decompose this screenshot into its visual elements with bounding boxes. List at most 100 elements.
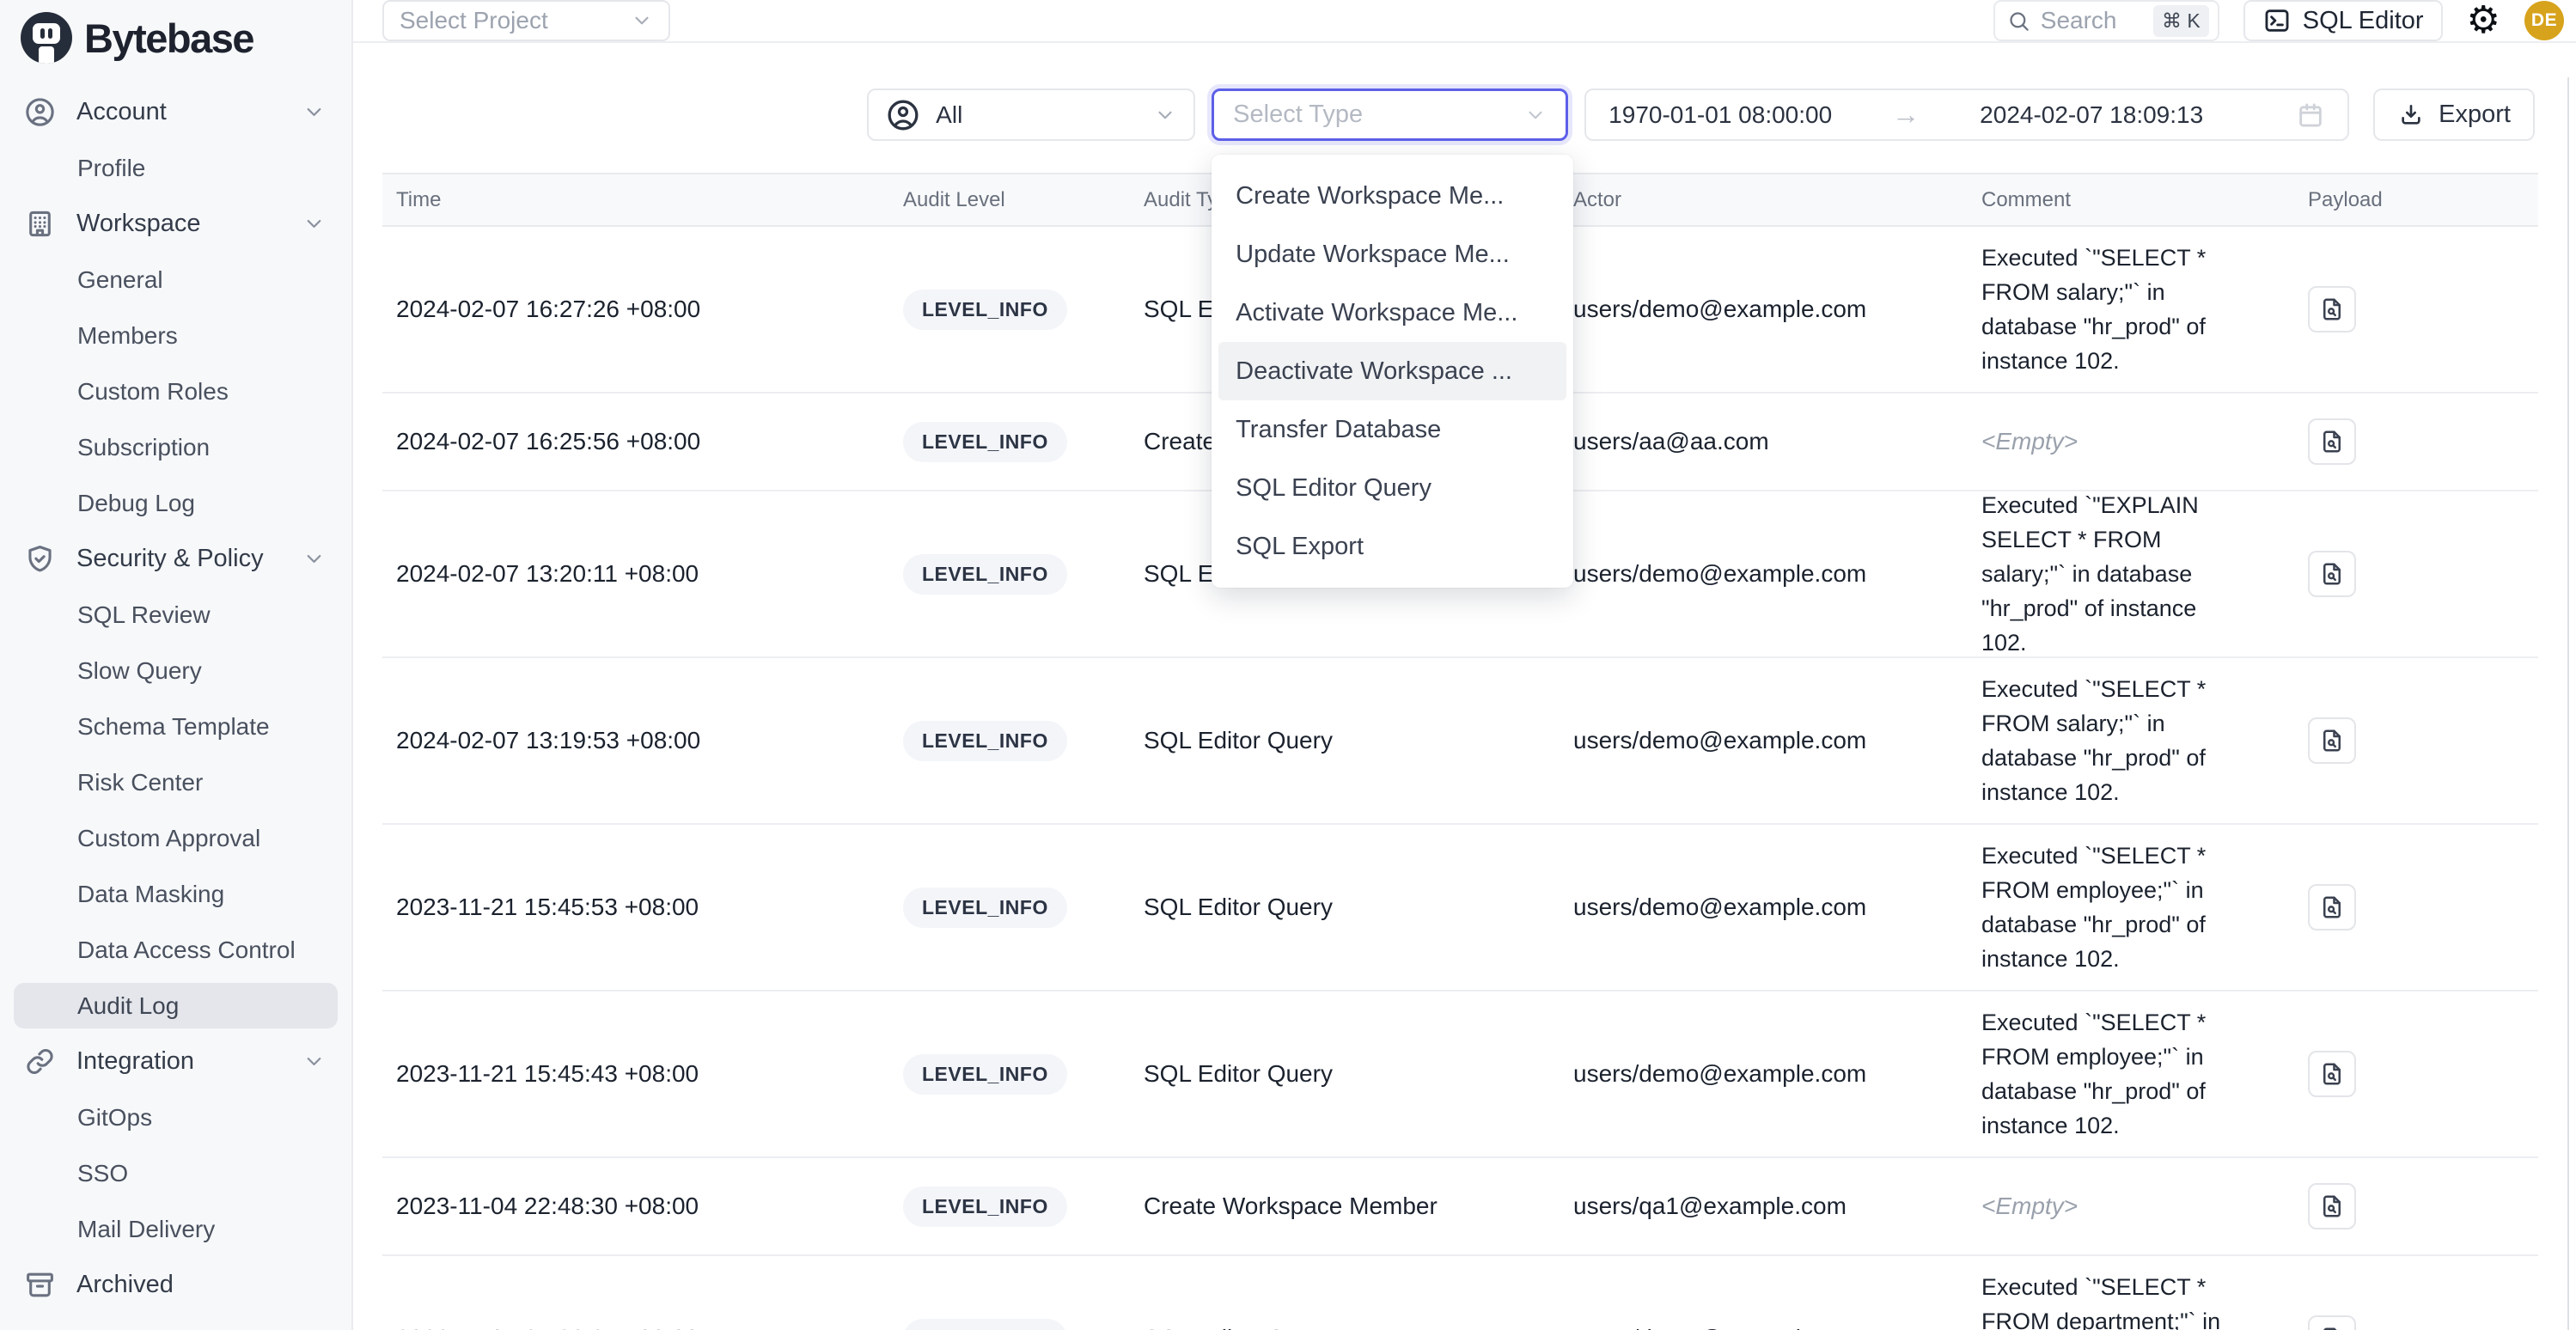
level-badge: LEVEL_INFO bbox=[903, 888, 1067, 928]
search-input[interactable]: Search ⌘ K bbox=[1993, 0, 2219, 41]
chevron-down-icon bbox=[302, 547, 326, 570]
view-payload-button[interactable] bbox=[2308, 717, 2356, 764]
search-shortcut-badge: ⌘ K bbox=[2153, 5, 2209, 37]
sidebar-nav: Account Profile Workspace General Member… bbox=[0, 72, 351, 1313]
cell-payload bbox=[2294, 884, 2538, 930]
view-payload-button[interactable] bbox=[2308, 1183, 2356, 1229]
cell-payload bbox=[2294, 1051, 2538, 1097]
cell-audit-level: LEVEL_INFO bbox=[889, 1319, 1130, 1330]
cell-comment: <Empty> bbox=[1968, 428, 2294, 455]
search-icon bbox=[2007, 9, 2030, 33]
sidebar-section-security-policy[interactable]: Security & Policy bbox=[0, 531, 351, 587]
sidebar-item-profile[interactable]: Profile bbox=[0, 140, 351, 196]
sidebar-item-slow-query[interactable]: Slow Query bbox=[0, 643, 351, 699]
cell-actor: users/demo@example.com bbox=[1560, 894, 1968, 921]
cell-audit-type: SQL Editor Query bbox=[1130, 727, 1560, 754]
chevron-down-icon bbox=[302, 1050, 326, 1073]
sidebar-item-gitops[interactable]: GitOps bbox=[0, 1089, 351, 1145]
view-payload-button[interactable] bbox=[2308, 286, 2356, 332]
sidebar-item-debug-log[interactable]: Debug Log bbox=[0, 475, 351, 531]
sidebar-item-custom-approval[interactable]: Custom Approval bbox=[0, 810, 351, 866]
shield-check-icon bbox=[24, 543, 56, 575]
export-button[interactable]: Export bbox=[2373, 88, 2535, 141]
dropdown-option-sql-editor-query[interactable]: SQL Editor Query bbox=[1218, 459, 1566, 517]
app-window: Bytebase Account Profile Workspace Gener… bbox=[0, 0, 2576, 1330]
sidebar-item-sso[interactable]: SSO bbox=[0, 1145, 351, 1201]
sidebar-section-label: Workspace bbox=[76, 210, 201, 238]
cell-actor: users/demo@example.com bbox=[1560, 1325, 1968, 1330]
dropdown-option-update-workspace-member[interactable]: Update Workspace Me... bbox=[1218, 225, 1566, 284]
project-select[interactable]: Select Project bbox=[382, 0, 670, 41]
level-badge: LEVEL_INFO bbox=[903, 290, 1067, 330]
sidebar-item-schema-template[interactable]: Schema Template bbox=[0, 699, 351, 754]
view-payload-button[interactable] bbox=[2308, 1051, 2356, 1097]
view-payload-button[interactable] bbox=[2308, 884, 2356, 930]
sidebar-item-subscription[interactable]: Subscription bbox=[0, 419, 351, 475]
level-badge: LEVEL_INFO bbox=[903, 1187, 1067, 1227]
download-icon bbox=[2397, 101, 2425, 129]
dropdown-option-deactivate-workspace-member[interactable]: Deactivate Workspace ... bbox=[1218, 342, 1566, 400]
level-badge: LEVEL_INFO bbox=[903, 422, 1067, 462]
cell-audit-level: LEVEL_INFO bbox=[889, 290, 1130, 330]
type-filter-placeholder: Select Type bbox=[1233, 101, 1363, 129]
sidebar-item-data-access-control[interactable]: Data Access Control bbox=[0, 922, 351, 978]
sidebar-section-label: Integration bbox=[76, 1047, 194, 1076]
cell-comment: Executed `"EXPLAIN SELECT * FROM salary;… bbox=[1968, 488, 2294, 660]
sidebar-section-account[interactable]: Account bbox=[0, 84, 351, 140]
sidebar-item-general[interactable]: General bbox=[0, 252, 351, 308]
bytebase-robot-icon bbox=[21, 12, 72, 64]
level-badge: LEVEL_INFO bbox=[903, 1319, 1067, 1330]
table-row: 2023-11-04 21:26:24 +08:00 LEVEL_INFO SQ… bbox=[382, 1256, 2538, 1330]
cell-actor: users/demo@example.com bbox=[1560, 560, 1968, 588]
cell-audit-level: LEVEL_INFO bbox=[889, 554, 1130, 595]
file-search-icon bbox=[2319, 728, 2345, 753]
cell-payload bbox=[2294, 286, 2538, 332]
sidebar-item-members[interactable]: Members bbox=[0, 308, 351, 363]
gear-icon[interactable]: ⚙ bbox=[2467, 2, 2500, 40]
dropdown-option-transfer-database[interactable]: Transfer Database bbox=[1218, 400, 1566, 459]
user-circle-icon bbox=[886, 98, 920, 132]
level-badge: LEVEL_INFO bbox=[903, 554, 1067, 595]
sidebar-item-mail-delivery[interactable]: Mail Delivery bbox=[0, 1201, 351, 1257]
building-icon bbox=[24, 208, 56, 240]
column-header-time: Time bbox=[382, 188, 889, 212]
actor-filter-select[interactable]: All bbox=[867, 88, 1195, 141]
sidebar-item-risk-center[interactable]: Risk Center bbox=[0, 754, 351, 810]
sidebar-item-data-masking[interactable]: Data Masking bbox=[0, 866, 351, 922]
view-payload-button[interactable] bbox=[2308, 1315, 2356, 1330]
dropdown-option-activate-workspace-member[interactable]: Activate Workspace Me... bbox=[1218, 284, 1566, 342]
sidebar-item-audit-log[interactable]: Audit Log bbox=[14, 983, 338, 1028]
cell-audit-type: SQL Editor Query bbox=[1130, 894, 1560, 921]
sidebar-section-workspace[interactable]: Workspace bbox=[0, 196, 351, 252]
project-select-placeholder: Select Project bbox=[400, 7, 548, 34]
view-payload-button[interactable] bbox=[2308, 418, 2356, 465]
export-label: Export bbox=[2439, 101, 2511, 129]
brand-logo[interactable]: Bytebase bbox=[0, 0, 351, 72]
cell-actor: users/aa@aa.com bbox=[1560, 428, 1968, 455]
sql-editor-button[interactable]: SQL Editor bbox=[2243, 0, 2443, 41]
sidebar-item-custom-roles[interactable]: Custom Roles bbox=[0, 363, 351, 419]
cell-payload bbox=[2294, 551, 2538, 597]
sidebar-section-archived[interactable]: Archived bbox=[0, 1257, 351, 1313]
cell-time: 2024-02-07 16:27:26 +08:00 bbox=[382, 296, 889, 323]
type-filter-dropdown: Create Workspace Me... Update Workspace … bbox=[1212, 155, 1573, 588]
sidebar-section-integration[interactable]: Integration bbox=[0, 1034, 351, 1089]
file-search-icon bbox=[2319, 894, 2345, 920]
table-row: 2023-11-21 15:45:43 +08:00 LEVEL_INFO SQ… bbox=[382, 991, 2538, 1158]
level-badge: LEVEL_INFO bbox=[903, 721, 1067, 761]
dropdown-option-create-workspace-member[interactable]: Create Workspace Me... bbox=[1218, 167, 1566, 225]
type-filter-select[interactable]: Select Type Create Workspace Me... Updat… bbox=[1212, 88, 1568, 141]
date-range-picker[interactable]: 1970-01-01 08:00:00 → 2024-02-07 18:09:1… bbox=[1584, 88, 2349, 141]
cell-time: 2024-02-07 13:19:53 +08:00 bbox=[382, 727, 889, 754]
cell-actor: users/demo@example.com bbox=[1560, 296, 1968, 323]
cell-audit-type: SQL Editor Query bbox=[1130, 1325, 1560, 1330]
cell-time: 2024-02-07 16:25:56 +08:00 bbox=[382, 428, 889, 455]
cell-audit-level: LEVEL_INFO bbox=[889, 422, 1130, 462]
dropdown-option-sql-export[interactable]: SQL Export bbox=[1218, 517, 1566, 576]
chevron-down-icon bbox=[302, 101, 326, 124]
avatar[interactable]: DE bbox=[2524, 1, 2564, 40]
cell-comment: Executed `"SELECT * FROM department;"` i… bbox=[1968, 1270, 2294, 1330]
view-payload-button[interactable] bbox=[2308, 551, 2356, 597]
sidebar-item-sql-review[interactable]: SQL Review bbox=[0, 587, 351, 643]
file-search-icon bbox=[2319, 1061, 2345, 1087]
